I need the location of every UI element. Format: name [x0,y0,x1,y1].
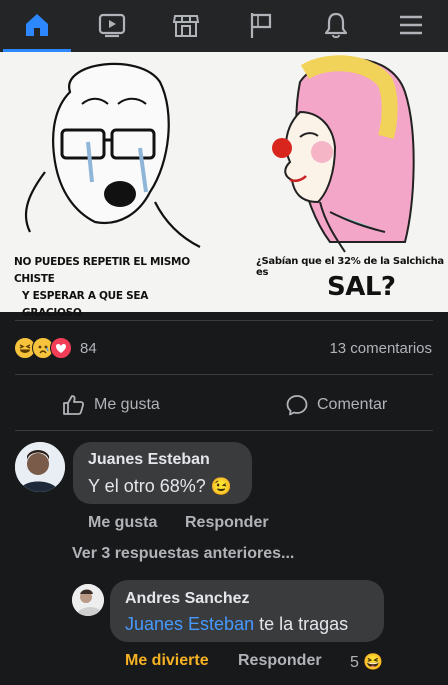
divider [15,374,433,375]
thumbs-up-icon [63,395,85,415]
winking-emoji-icon: 😉 [210,477,232,496]
reaction-count[interactable]: 84 [80,340,97,357]
divider [15,320,433,321]
reply-reaction-count[interactable]: 5 😆 [350,652,383,672]
comment-text: Y el otro 68%? 😉 [88,476,232,496]
avatar[interactable] [72,584,104,616]
reply-author[interactable]: Andres Sanchez [125,590,249,608]
haha-icon: 😆 [363,654,384,671]
top-navigation-bar [0,0,448,52]
comments-count[interactable]: 13 comentarios [329,340,432,357]
love-icon [50,337,72,359]
avatar[interactable] [15,442,65,492]
meme-right-punchline: SAL? [327,272,396,302]
like-label: Me gusta [94,396,160,413]
watch-icon[interactable] [80,0,144,49]
pages-flag-icon[interactable] [229,0,293,49]
comment-reply-link[interactable]: Responder [185,514,269,532]
marketplace-icon[interactable] [154,0,218,49]
menu-icon[interactable] [379,0,443,49]
reply-reply-link[interactable]: Responder [238,652,322,670]
comment-button[interactable]: Comentar [285,392,387,418]
comment-author[interactable]: Juanes Esteban [88,451,210,469]
mention-link[interactable]: Juanes Esteban [125,614,254,634]
divider [15,430,433,431]
reply-reaction-link[interactable]: Me divierte [125,652,209,670]
home-icon[interactable] [5,0,69,49]
reaction-icons[interactable] [14,337,72,359]
comment-like-link[interactable]: Me gusta [88,514,157,532]
comment-bubble-icon [286,395,308,416]
comment-label: Comentar [317,396,388,413]
like-button[interactable]: Me gusta [62,392,160,418]
notifications-bell-icon[interactable] [304,0,368,49]
meme-left-caption: NO PUEDES REPETIR EL MISMO CHISTE Y ESPE… [14,256,190,319]
view-previous-replies-link[interactable]: Ver 3 respuestas anteriores... [72,545,294,563]
reply-text: Juanes Esteban te la tragas [125,614,349,634]
